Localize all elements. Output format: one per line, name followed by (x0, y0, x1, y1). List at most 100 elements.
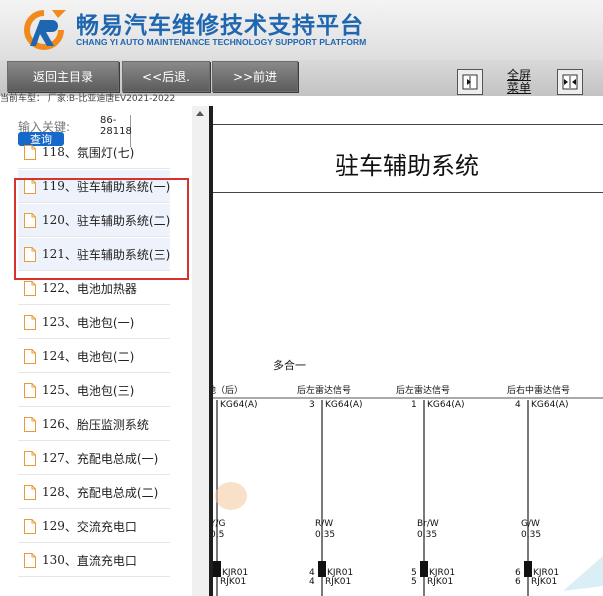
diagram-title-rule (213, 192, 603, 193)
return-home-button[interactable]: 返回主目录 (7, 61, 119, 92)
wire-color-label: Y/G (213, 519, 226, 529)
top-connector-label: KG64(A) (531, 400, 569, 410)
connector-pin-block (318, 561, 326, 577)
bottom-pin-number: 4 (309, 577, 315, 587)
tree-item-separator: 、 (64, 315, 77, 330)
tree-item[interactable]: 126、胎压监测系统 (18, 408, 170, 441)
tree-item[interactable]: 129、交流充电口 (18, 510, 170, 543)
document-icon (24, 518, 36, 534)
tree-item[interactable]: 123、电池包(一) (18, 306, 170, 339)
top-connector-label: KG64(A) (325, 400, 363, 410)
wire-size-label: 0.35 (521, 530, 541, 540)
tree-item-label: 直流充电口 (76, 553, 137, 568)
bottom-connector-label: RJK01 (427, 577, 453, 587)
tree-item-separator: 、 (64, 519, 77, 534)
connector-pin-block (213, 561, 221, 577)
tree-item[interactable]: 121、驻车辅助系统(三) (18, 238, 170, 271)
document-icon (24, 212, 36, 228)
top-pin-number: 4 (515, 400, 521, 410)
arrow-right-bar-icon (462, 74, 478, 90)
tree-item-number: 120 (42, 213, 65, 227)
bottom-pin-number: 6 (515, 577, 521, 587)
document-icon (24, 416, 36, 432)
bottom-connector-label: RJK01 (325, 577, 351, 587)
app-header: 畅易汽车维修技术支持平台 CHANG YI AUTO MAINTENANCE T… (0, 0, 603, 60)
signal-label: 后右中雷达信号 (507, 384, 570, 396)
tree-item-separator: 、 (64, 281, 77, 296)
document-icon (24, 178, 36, 194)
back-button[interactable]: <<后退. (122, 61, 210, 92)
bottom-connector-label: RJK01 (531, 577, 557, 587)
top-pin-number: 1 (411, 400, 417, 410)
platform-subtitle: CHANG YI AUTO MAINTENANCE TECHNOLOGY SUP… (76, 37, 367, 47)
tree-item-number: 119 (42, 179, 65, 193)
tree-item-separator: 、 (64, 145, 77, 160)
tree-item-separator: 、 (64, 553, 77, 568)
changyi-logo-icon (24, 10, 66, 50)
diagram-border-top (213, 124, 603, 125)
signal-label: 后左雷达信号 (396, 384, 450, 396)
tree-item[interactable]: 122、电池加热器 (18, 272, 170, 305)
module-label: 多合一 (273, 359, 306, 372)
wire-color-label: R/W (315, 519, 333, 529)
document-icon (24, 144, 36, 160)
tree-item-number: 128 (42, 485, 65, 499)
top-connector-label: KG64(A) (427, 400, 465, 410)
tree-item[interactable]: 124、电池包(二) (18, 340, 170, 373)
tree-item-label: 电池加热器 (76, 281, 137, 296)
tree-item[interactable]: 130、直流充电口 (18, 544, 170, 577)
watermark-shape (215, 482, 247, 510)
tree-item[interactable]: 120、驻车辅助系统(二) (18, 204, 170, 237)
signal-label: 地（后） (213, 384, 243, 396)
tree-item-number: 123 (42, 315, 65, 329)
fullscreen-menu-link[interactable]: 全屏 菜单 (504, 69, 534, 95)
tree-item[interactable]: 127、充配电总成(一) (18, 442, 170, 475)
expand-sidebar-button[interactable] (457, 69, 483, 95)
wire-color-label: Br/W (417, 519, 439, 529)
tree-item[interactable]: 118、氛围灯(七) (18, 136, 170, 169)
bottom-pin-number: 5 (411, 577, 417, 587)
tree-item-number: 118 (42, 145, 65, 159)
document-icon (24, 246, 36, 262)
tree-item-label: 胎压监测系统 (76, 417, 149, 432)
current-vehicle-model: 当前车型： 厂家:B-比亚迪唐EV2021-2022 (0, 94, 176, 104)
arrows-inward-icon (562, 74, 578, 90)
tree-item-number: 130 (42, 553, 65, 567)
tree-item-separator: 、 (64, 485, 77, 500)
tree-item[interactable]: 119、驻车辅助系统(一) (18, 170, 170, 203)
top-pin-number: 3 (309, 400, 315, 410)
connector-pin-block (420, 561, 428, 577)
wire-size-label: 0.35 (417, 530, 437, 540)
wire-size-label: 0.35 (315, 530, 335, 540)
watermark-shape (563, 556, 603, 591)
document-icon (24, 382, 36, 398)
tree-item-number: 129 (42, 519, 65, 533)
platform-title: 畅易汽车维修技术支持平台 (76, 13, 364, 39)
signal-label: 后左雷达信号 (297, 384, 351, 396)
tree-item-number: 125 (42, 383, 65, 397)
diagram-title: 驻车辅助系统 (335, 152, 479, 180)
tree-item-label: 驻车辅助系统(三) (76, 247, 171, 262)
connector-pin-block (524, 561, 532, 577)
scroll-up-arrow-icon[interactable] (196, 111, 204, 116)
tree-item-label: 电池包(一) (76, 315, 135, 330)
top-connector-label: KG64(A) (220, 400, 258, 410)
tree-item-separator: 、 (64, 349, 77, 364)
tree-item-label: 充配电总成(二) (76, 485, 159, 500)
tree-item-number: 127 (42, 451, 65, 465)
document-icon (24, 552, 36, 568)
document-icon (24, 450, 36, 466)
tree-item[interactable]: 128、充配电总成(二) (18, 476, 170, 509)
wire-size-label: 0.5 (213, 530, 224, 540)
forward-button[interactable]: >>前进 (212, 61, 298, 92)
tree-item-label: 驻车辅助系统(一) (76, 179, 171, 194)
tree-item[interactable]: 125、电池包(三) (18, 374, 170, 407)
bottom-connector-label: RJK01 (220, 577, 246, 587)
tree-item-separator: 、 (64, 383, 77, 398)
tree-item-separator: 、 (64, 213, 77, 228)
tree-item-separator: 、 (64, 417, 77, 432)
sidebar-scrollbar[interactable] (192, 106, 209, 596)
tree-item-number: 121 (42, 247, 65, 261)
toggle-panels-button[interactable] (557, 69, 583, 95)
menu-label: 菜单 (506, 81, 531, 95)
